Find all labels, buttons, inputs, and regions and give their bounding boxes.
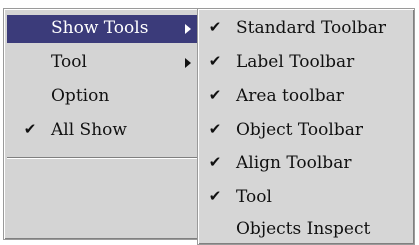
submenu-item-label: Align Toolbar <box>236 153 352 173</box>
menu-item-label: All Show <box>51 120 127 140</box>
checkmark-icon: ✔ <box>208 187 222 205</box>
submenu-item-align-toolbar[interactable]: ✔ Align Toolbar <box>200 150 412 178</box>
menu-item-all-show[interactable]: ✔ All Show <box>7 117 197 145</box>
checkmark-icon: ✔ <box>208 18 222 36</box>
submenu-item-label: Object Toolbar <box>236 120 363 140</box>
submenu-item-area-toolbar[interactable]: ✔ Area toolbar <box>200 83 412 111</box>
menu-item-tool[interactable]: Tool <box>7 49 197 77</box>
submenu-item-standard-toolbar[interactable]: ✔ Standard Toolbar <box>200 15 412 43</box>
menu-separator <box>7 157 199 159</box>
submenu-item-objects-inspect[interactable]: Objects Inspect <box>200 216 412 244</box>
submenu-arrow-icon <box>185 58 191 68</box>
submenu-arrow-icon <box>185 24 191 34</box>
submenu-item-object-toolbar[interactable]: ✔ Object Toolbar <box>200 117 412 145</box>
menu-item-show-tools[interactable]: Show Tools <box>7 15 197 43</box>
main-menu: Show Tools Tool Option ✔ All Show <box>3 8 203 240</box>
menu-item-option[interactable]: Option <box>7 83 197 111</box>
menu-item-label: Option <box>51 86 110 106</box>
submenu-item-label-toolbar[interactable]: ✔ Label Toolbar <box>200 49 412 77</box>
submenu-item-label: Standard Toolbar <box>236 18 387 38</box>
checkmark-icon: ✔ <box>208 52 222 70</box>
checkmark-icon: ✔ <box>23 120 37 138</box>
screenshot-stage: Show Tools Tool Option ✔ All Show ✔ Stan… <box>0 0 419 245</box>
checkmark-icon: ✔ <box>208 86 222 104</box>
submenu-item-tool[interactable]: ✔ Tool <box>200 184 412 212</box>
submenu-item-label: Area toolbar <box>236 86 344 106</box>
submenu-item-label: Tool <box>236 187 272 207</box>
show-tools-submenu: ✔ Standard Toolbar ✔ Label Toolbar ✔ Are… <box>197 8 415 245</box>
menu-item-label: Tool <box>51 52 87 72</box>
submenu-item-label: Objects Inspect <box>236 219 371 239</box>
checkmark-icon: ✔ <box>208 153 222 171</box>
checkmark-icon: ✔ <box>208 120 222 138</box>
submenu-item-label: Label Toolbar <box>236 52 355 72</box>
menu-item-label: Show Tools <box>51 18 149 38</box>
